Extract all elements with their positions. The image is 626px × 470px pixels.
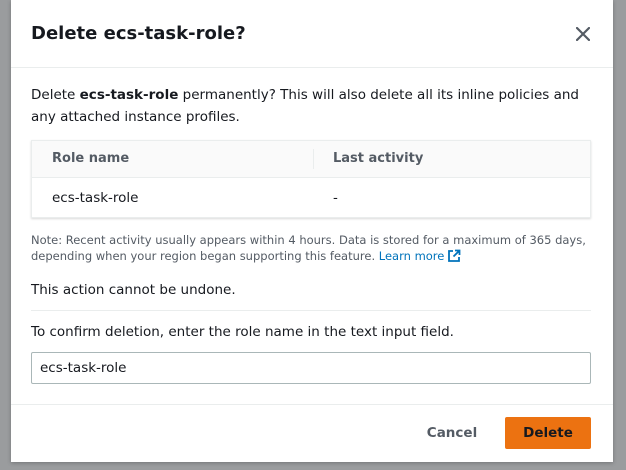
column-divider: [313, 149, 314, 169]
description-prefix: Delete: [31, 87, 80, 103]
last-activity-cell: -: [333, 190, 338, 206]
role-table: Role name Last activity ecs-task-role -: [31, 140, 591, 218]
delete-role-dialog: Delete ecs-task-role? Delete ecs-task-ro…: [11, 0, 613, 462]
delete-button[interactable]: Delete: [505, 417, 591, 449]
description-role-name: ecs-task-role: [79, 87, 179, 103]
column-header-role-name: Role name: [52, 151, 130, 166]
dialog-body: Delete ecs-task-role permanently? This w…: [11, 68, 613, 404]
activity-note: Note: Recent activity usually appears wi…: [31, 232, 591, 264]
confirm-label: To confirm deletion, enter the role name…: [31, 324, 454, 340]
delete-description: Delete ecs-task-role permanently? This w…: [31, 84, 591, 128]
dialog-header: Delete ecs-task-role?: [11, 0, 613, 68]
role-name-cell: ecs-task-role: [52, 190, 139, 206]
external-link-icon: [448, 249, 461, 262]
table-header: Role name Last activity: [32, 141, 590, 178]
learn-more-label: Learn more: [378, 249, 445, 263]
note-text: Note: Recent activity usually appears wi…: [31, 233, 586, 263]
learn-more-link[interactable]: Learn more: [379, 249, 462, 263]
column-header-last-activity: Last activity: [333, 151, 424, 166]
close-button[interactable]: [573, 24, 593, 44]
dialog-title: Delete ecs-task-role?: [31, 23, 246, 44]
confirm-role-name-input[interactable]: [31, 352, 591, 384]
table-row: ecs-task-role -: [32, 178, 590, 217]
section-divider: [31, 310, 591, 311]
cancel-button[interactable]: Cancel: [417, 417, 487, 449]
dialog-footer: Cancel Delete: [11, 404, 613, 462]
close-icon: [576, 27, 590, 41]
irreversible-warning: This action cannot be undone.: [31, 282, 236, 298]
